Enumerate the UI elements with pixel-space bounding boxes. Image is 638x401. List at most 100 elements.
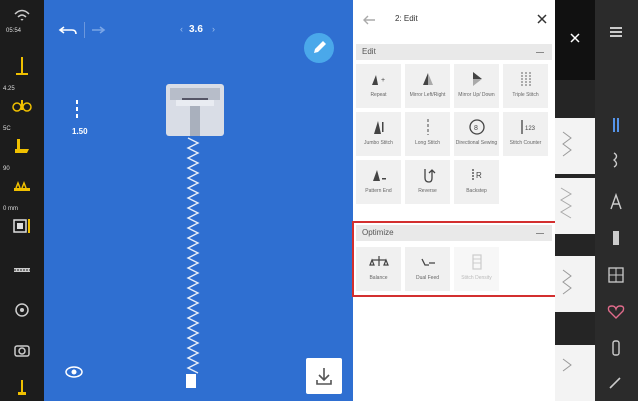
tile-label: Reverse [418, 188, 437, 194]
panel-header: 2: Edit [353, 0, 555, 40]
width-indicator-icon [76, 100, 78, 118]
tile-directional-sewing[interactable]: 8 Directional Sewing [454, 112, 499, 156]
stitch-cell[interactable] [555, 345, 595, 401]
tile-label: Jumbo Stitch [364, 140, 393, 146]
stitch-pattern-icon [562, 269, 572, 295]
tile-label: Directional Sewing [455, 140, 498, 146]
stitch-counter-icon: 123 [521, 120, 536, 134]
toolbar-needle-stop-item[interactable] [0, 366, 44, 401]
stitch-cell[interactable] [555, 256, 595, 312]
decorative-stitch-icon[interactable] [606, 150, 626, 170]
tile-triple-stitch[interactable]: Triple Stitch [503, 64, 548, 108]
mirror-left-right-icon [423, 73, 433, 85]
back-arrow-icon[interactable] [362, 14, 376, 26]
presser-foot-icon [15, 139, 29, 153]
toolbar-needle-item[interactable] [0, 44, 44, 84]
edit-panel: 2: Edit Edit + Repeat Mirror Left/Right … [353, 0, 555, 401]
svg-text:+: + [381, 77, 385, 84]
backstep-icon: R [472, 169, 482, 181]
straight-stitch-icon[interactable] [606, 115, 626, 135]
tile-long-stitch[interactable]: Long Stitch [405, 112, 450, 156]
stitch-canvas[interactable]: 3.6 ‹ › 1.50 [44, 0, 353, 401]
directional-sewing-icon: 8 [469, 119, 485, 135]
tile-label: Pattern End [365, 188, 392, 194]
strip-header [555, 0, 595, 80]
tile-label: Long Stitch [414, 140, 441, 146]
tile-mirror-left-right[interactable]: Mirror Left/Right [405, 64, 450, 108]
camera-icon [14, 345, 30, 357]
toolbar-presser-foot-item[interactable]: 5C [0, 124, 44, 164]
toolbar-camera-item[interactable] [0, 328, 44, 368]
presser-foot-value: 5C [3, 126, 11, 132]
zoom-out-icon[interactable]: ‹ [180, 24, 183, 34]
pattern-end-icon [373, 170, 386, 181]
tile-label: Mirror Left/Right [409, 92, 446, 98]
bobbin-icon [13, 219, 30, 233]
eye-icon[interactable] [64, 364, 84, 380]
jumbo-stitch-icon [374, 121, 384, 134]
long-stitch-icon [427, 119, 429, 135]
toolbar-tension-item[interactable]: 4.25 [0, 84, 44, 124]
toolbar-needle-position-item[interactable] [0, 288, 44, 328]
stitch-cell[interactable] [555, 178, 595, 234]
tile-pattern-end[interactable]: Pattern End [356, 160, 401, 204]
buttonhole-icon[interactable] [606, 228, 626, 248]
stitch-preview [166, 84, 224, 388]
tension-value: 4.25 [3, 86, 15, 92]
needle-position-icon [15, 303, 29, 317]
tile-repeat[interactable]: + Repeat [356, 64, 401, 108]
svg-text:8: 8 [474, 125, 478, 132]
panel-title: 2: Edit [395, 14, 418, 23]
undo-icon[interactable] [58, 24, 78, 38]
zoom-level[interactable]: 3.6 [189, 24, 203, 35]
stitch-pattern-icon [560, 187, 572, 219]
undo-divider [84, 22, 85, 38]
tile-backstep[interactable]: R Backstep [454, 160, 499, 204]
close-icon[interactable] [569, 32, 581, 44]
reverse-icon [424, 169, 436, 183]
save-button[interactable] [306, 358, 342, 394]
tile-reverse[interactable]: Reverse [405, 160, 450, 204]
edit-section-title: Edit [362, 47, 376, 56]
tile-label: Mirror Up/ Down [458, 92, 495, 98]
alphabet-icon[interactable] [606, 192, 626, 212]
toolbar-feed-dog-item[interactable]: 90 [0, 164, 44, 204]
tile-label: Repeat [370, 92, 387, 98]
tile-jumbo-stitch[interactable]: Jumbo Stitch [356, 112, 401, 156]
stitch-cell[interactable] [555, 118, 595, 174]
left-toolbar: 05:54 4.25 5C 90 0 mm [0, 0, 44, 401]
close-icon[interactable] [535, 12, 549, 26]
wifi-icon [14, 9, 30, 21]
tile-stitch-counter[interactable]: 123 Stitch Counter [503, 112, 548, 156]
bobbin-thread-icon[interactable] [606, 338, 626, 358]
pencil-icon [314, 41, 326, 53]
right-nav [595, 0, 638, 401]
needle-icon [16, 57, 28, 75]
edit-pencil-button[interactable] [304, 33, 334, 63]
tools-icon[interactable] [606, 372, 626, 392]
tile-label: Backstep [466, 188, 487, 194]
stitch-pattern-icon [562, 131, 572, 157]
collapse-icon[interactable] [536, 52, 544, 53]
thread-tension-icon [12, 100, 32, 112]
mirror-up-down-icon [473, 72, 482, 86]
triple-stitch-icon [521, 72, 531, 86]
svg-text:R: R [476, 171, 482, 180]
time-label: 05:54 [6, 28, 22, 34]
redo-icon[interactable] [86, 24, 106, 38]
toolbar-stitch-plate-item[interactable] [0, 248, 44, 288]
svg-text:123: 123 [525, 126, 536, 132]
zoom-in-icon[interactable]: › [212, 24, 215, 34]
tile-mirror-up-down[interactable]: Mirror Up/ Down [454, 64, 499, 108]
edit-section-header[interactable]: Edit [356, 44, 552, 60]
repeat-icon: + [372, 75, 385, 85]
quilt-stitch-icon[interactable] [606, 265, 626, 285]
feed-dog-value: 90 [3, 166, 10, 172]
toolbar-bobbin-item[interactable]: 0 mm [0, 204, 44, 244]
menu-icon[interactable] [606, 22, 626, 42]
optimize-highlight-box [352, 221, 557, 297]
tile-label: Triple Stitch [512, 92, 539, 98]
heart-icon[interactable] [606, 302, 626, 322]
toolbar-status-item[interactable]: 05:54 [0, 2, 44, 42]
stitch-selection-strip [555, 0, 595, 401]
